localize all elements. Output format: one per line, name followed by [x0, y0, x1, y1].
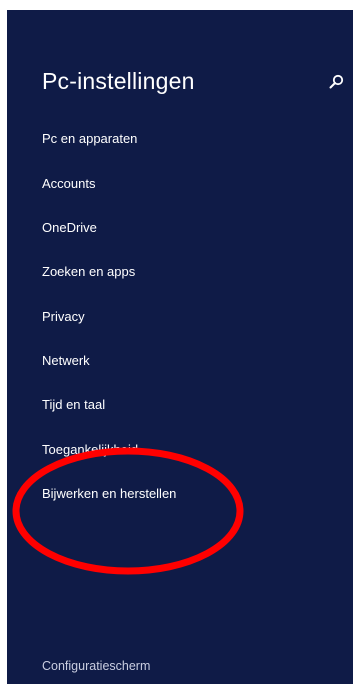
- nav-item-bijwerken-en-herstellen[interactable]: Bijwerken en herstellen: [42, 486, 176, 501]
- nav-item-accounts[interactable]: Accounts: [42, 176, 95, 191]
- settings-panel: Pc-instellingen Pc en apparaten Accounts…: [7, 10, 353, 684]
- configuratiescherm-link[interactable]: Configuratiescherm: [42, 659, 150, 673]
- nav-item-onedrive[interactable]: OneDrive: [42, 220, 97, 235]
- nav-item-toegankelijkheid[interactable]: Toegankelijkheid: [42, 442, 138, 457]
- nav-item-privacy[interactable]: Privacy: [42, 309, 85, 324]
- nav-item-zoeken-en-apps[interactable]: Zoeken en apps: [42, 264, 135, 279]
- nav-item-pc-en-apparaten[interactable]: Pc en apparaten: [42, 131, 137, 146]
- nav-item-netwerk[interactable]: Netwerk: [42, 353, 90, 368]
- search-icon[interactable]: [328, 73, 346, 91]
- nav-item-tijd-en-taal[interactable]: Tijd en taal: [42, 397, 105, 412]
- page-title: Pc-instellingen: [42, 68, 195, 94]
